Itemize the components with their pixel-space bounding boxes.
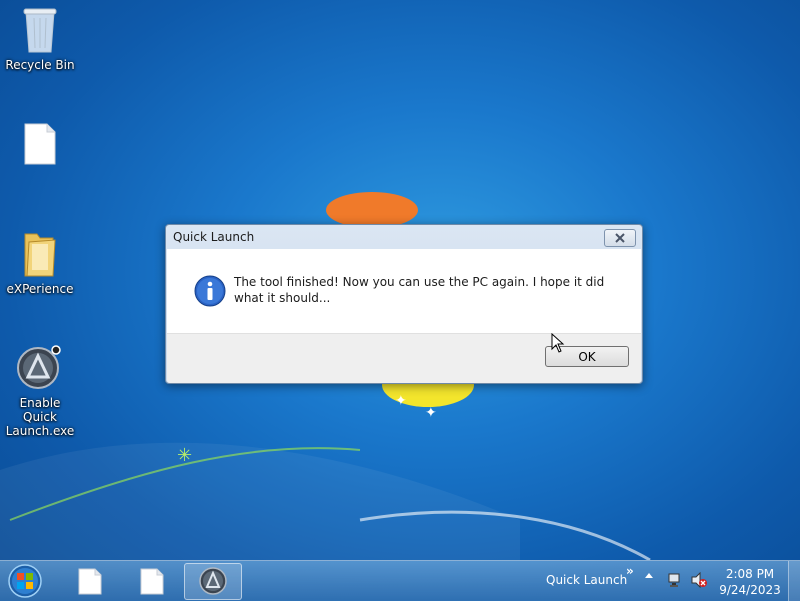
dialog-message: The tool finished! Now you can use the P… bbox=[234, 275, 605, 305]
quick-launch-toolbar-label[interactable]: Quick Launch bbox=[546, 573, 627, 587]
show-hidden-icons-icon[interactable] bbox=[645, 573, 653, 578]
clock-date: 9/24/2023 bbox=[719, 583, 781, 597]
recycle-bin-icon[interactable]: Recycle Bin bbox=[2, 6, 78, 72]
svg-text:✳: ✳ bbox=[177, 445, 192, 466]
aimp-icon bbox=[17, 345, 61, 389]
taskbar-button-quick-launch[interactable] bbox=[184, 563, 242, 600]
volume-muted-icon[interactable] bbox=[690, 572, 708, 588]
close-button[interactable] bbox=[604, 229, 636, 247]
recycle-bin-label: Recycle Bin bbox=[5, 58, 75, 72]
clock-time: 2:08 PM bbox=[725, 567, 775, 581]
taskbar-button-file-2[interactable] bbox=[124, 563, 180, 598]
dialog-title: Quick Launch bbox=[173, 230, 255, 244]
mouse-pointer-icon bbox=[551, 333, 565, 353]
enable-quick-launch-label: Enable Quick Launch.exe bbox=[5, 396, 75, 438]
experience-folder[interactable]: eXPerience bbox=[2, 230, 78, 296]
folder-icon bbox=[24, 233, 56, 277]
dialog-footer: OK bbox=[167, 333, 641, 383]
quick-launch-chevron-icon[interactable]: » bbox=[626, 564, 634, 578]
start-button[interactable] bbox=[6, 563, 44, 599]
enable-quick-launch-exe[interactable]: Enable Quick Launch.exe bbox=[2, 344, 78, 438]
file-icon bbox=[78, 568, 102, 595]
close-icon bbox=[615, 233, 625, 243]
dialog-content: The tool finished! Now you can use the P… bbox=[167, 249, 641, 333]
taskbar-button-file-1[interactable] bbox=[62, 563, 118, 598]
taskbar: Quick Launch » 2:08 PM 9/24/2023 bbox=[0, 560, 800, 601]
aimp-icon bbox=[199, 567, 227, 595]
network-icon[interactable] bbox=[667, 572, 683, 588]
clock[interactable]: 2:08 PM 9/24/2023 bbox=[718, 566, 782, 598]
trash-can-icon bbox=[23, 8, 57, 53]
message-dialog: Quick Launch The tool finished! Now you … bbox=[165, 224, 643, 384]
info-icon bbox=[194, 275, 226, 307]
show-desktop-button[interactable] bbox=[788, 561, 800, 601]
experience-folder-label: eXPerience bbox=[6, 282, 74, 296]
file-icon bbox=[140, 568, 164, 595]
svg-text:✦: ✦ bbox=[425, 405, 437, 421]
desktop-file-icon[interactable] bbox=[2, 122, 78, 170]
svg-text:✦: ✦ bbox=[395, 393, 407, 409]
blank-file-icon bbox=[24, 123, 56, 165]
